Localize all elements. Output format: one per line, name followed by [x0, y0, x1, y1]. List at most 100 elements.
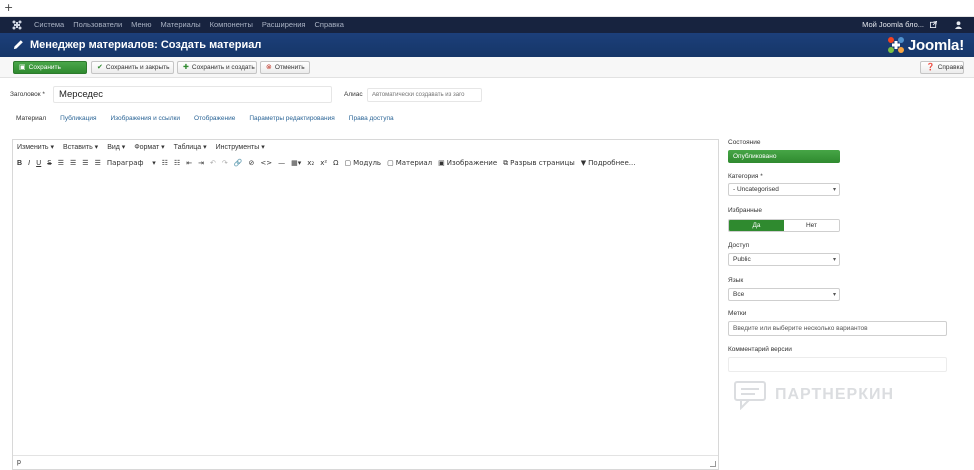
watermark: ПАРТНЕРКИН: [733, 380, 894, 410]
save-button[interactable]: ▣ Сохранить: [13, 61, 87, 74]
joomla-logo-icon: [887, 37, 904, 53]
tab-images-links[interactable]: Изображения и ссылки: [110, 115, 180, 122]
cancel-button[interactable]: ⊗ Отменить: [260, 61, 310, 74]
bold-icon[interactable]: B: [17, 160, 22, 167]
editor-menu-insert[interactable]: Вставить ▾: [63, 143, 98, 151]
help-icon: ❓: [926, 63, 935, 71]
featured-no[interactable]: Нет: [784, 220, 839, 231]
code-icon[interactable]: <>: [260, 160, 272, 167]
language-select[interactable]: Все ▾: [728, 288, 840, 301]
editor-menu-table-label: Таблица: [173, 144, 202, 151]
page-header: Менеджер материалов: Создать материал Jo…: [0, 33, 974, 57]
save-close-button[interactable]: ✔ Сохранить и закрыть: [91, 61, 174, 74]
tags-input[interactable]: Введите или выберите несколько вариантов: [728, 321, 947, 336]
menu-content[interactable]: Материалы: [160, 20, 200, 29]
paragraph-select[interactable]: Параграф ▾: [107, 160, 156, 167]
bullet-list-icon[interactable]: ☷: [162, 160, 168, 167]
align-justify-icon[interactable]: ☰: [95, 160, 101, 167]
help-button[interactable]: ❓ Справка: [920, 61, 964, 74]
state-select[interactable]: Опубликовано: [728, 150, 840, 163]
editor-toolbar: B I U S ☰ ☰ ☰ ☰ Параграф ▾ ☷ ☷ ⇤ ⇥ ↶ ↷ 🔗…: [17, 160, 636, 168]
category-select[interactable]: - Uncategorised ▾: [728, 183, 840, 196]
editor-menu-format[interactable]: Формат ▾: [134, 143, 164, 151]
image-button[interactable]: ▣ Изображение: [438, 160, 497, 167]
menu-help[interactable]: Справка: [314, 20, 343, 29]
resize-handle[interactable]: [710, 461, 716, 467]
article-icon: ▢: [387, 159, 394, 167]
menu-users[interactable]: Пользователи: [73, 20, 122, 29]
special-char-icon[interactable]: Ω: [333, 160, 338, 167]
user-icon[interactable]: [955, 20, 962, 29]
subscript-icon[interactable]: x₂: [307, 160, 314, 167]
alias-input[interactable]: [367, 88, 482, 102]
access-select[interactable]: Public ▾: [728, 253, 840, 266]
menu-system[interactable]: Система: [34, 20, 64, 29]
superscript-icon[interactable]: x²: [320, 160, 327, 167]
joomla-brand: Joomla!: [887, 36, 964, 54]
navbar-right: Мой Joomla бло...: [862, 20, 962, 29]
editor-menu-format-label: Формат: [134, 144, 160, 151]
featured-yes[interactable]: Да: [729, 220, 784, 231]
tags-label: Метки: [728, 310, 747, 317]
link-icon[interactable]: 🔗: [234, 160, 243, 167]
state-label: Состояние: [728, 139, 761, 146]
menu-extensions[interactable]: Расширения: [262, 20, 306, 29]
menu-components[interactable]: Компоненты: [210, 20, 253, 29]
menu-menus[interactable]: Меню: [131, 20, 151, 29]
admin-menu: Система Пользователи Меню Материалы Комп…: [34, 20, 344, 29]
external-link-icon[interactable]: [930, 21, 937, 28]
article-button[interactable]: ▢ Материал: [387, 160, 432, 167]
module-button[interactable]: ▢ Модуль: [345, 160, 382, 167]
pencil-icon: [13, 40, 23, 50]
tab-publishing[interactable]: Публикация: [60, 115, 96, 122]
numbered-list-icon[interactable]: ☷: [174, 160, 180, 167]
language-value: Все: [733, 291, 745, 298]
align-left-icon[interactable]: ☰: [58, 160, 64, 167]
tab-content[interactable]: Материал: [16, 115, 46, 122]
tab-editor-params[interactable]: Параметры редактирования: [249, 115, 334, 122]
undo-icon[interactable]: ↶: [210, 160, 216, 167]
plus-icon[interactable]: +: [4, 1, 13, 14]
watermark-text: ПАРТНЕРКИН: [775, 386, 895, 403]
readmore-icon: ▼: [580, 159, 587, 167]
pagebreak-icon: ⧉: [503, 159, 509, 167]
pagebreak-button-label: Разрыв страницы: [510, 159, 575, 167]
table-icon[interactable]: ▦▾: [291, 160, 301, 167]
image-icon: ▣: [438, 159, 445, 167]
rich-text-editor[interactable]: Изменить ▾ Вставить ▾ Вид ▾ Формат ▾ Таб…: [12, 139, 719, 470]
featured-toggle: Да Нет: [728, 219, 840, 232]
title-input[interactable]: [53, 86, 332, 103]
close-circle-icon: ⊗: [266, 63, 272, 71]
version-note-input[interactable]: [728, 357, 947, 372]
featured-label: Избранные: [728, 207, 762, 214]
site-link[interactable]: Мой Joomla бло...: [862, 20, 924, 29]
pagebreak-button[interactable]: ⧉ Разрыв страницы: [503, 160, 575, 167]
tab-permissions[interactable]: Права доступа: [349, 115, 394, 122]
readmore-button[interactable]: ▼ Подробнее...: [581, 160, 636, 167]
save-new-button[interactable]: ✚ Сохранить и создать: [177, 61, 257, 74]
italic-icon[interactable]: I: [28, 160, 30, 167]
image-button-label: Изображение: [446, 159, 498, 167]
underline-icon[interactable]: U: [36, 160, 41, 167]
editor-menu-view[interactable]: Вид ▾: [107, 143, 125, 151]
outdent-icon[interactable]: ⇤: [186, 160, 192, 167]
unlink-icon[interactable]: ⊘: [249, 160, 255, 167]
indent-icon[interactable]: ⇥: [198, 160, 204, 167]
editor-menu-table[interactable]: Таблица ▾: [174, 143, 207, 151]
strikethrough-icon[interactable]: S: [47, 160, 51, 167]
editor-menu-tools-label: Инструменты: [215, 144, 260, 151]
horizontal-rule-icon[interactable]: —: [278, 160, 285, 167]
joomla-icon[interactable]: [12, 20, 22, 30]
redo-icon[interactable]: ↷: [222, 160, 228, 167]
editor-menu-tools[interactable]: Инструменты ▾: [216, 143, 265, 151]
joomla-wordmark: Joomla!: [907, 36, 964, 54]
tab-display[interactable]: Отображение: [194, 115, 235, 122]
save-icon: ▣: [19, 63, 26, 71]
access-value: Public: [733, 256, 751, 263]
editor-menu-edit[interactable]: Изменить ▾: [17, 143, 54, 151]
editor-menu-insert-label: Вставить: [63, 144, 93, 151]
chevron-down-icon: ▾: [832, 291, 836, 298]
align-right-icon[interactable]: ☰: [82, 160, 88, 167]
align-center-icon[interactable]: ☰: [70, 160, 76, 167]
editor-menu-edit-label: Изменить: [17, 144, 49, 151]
